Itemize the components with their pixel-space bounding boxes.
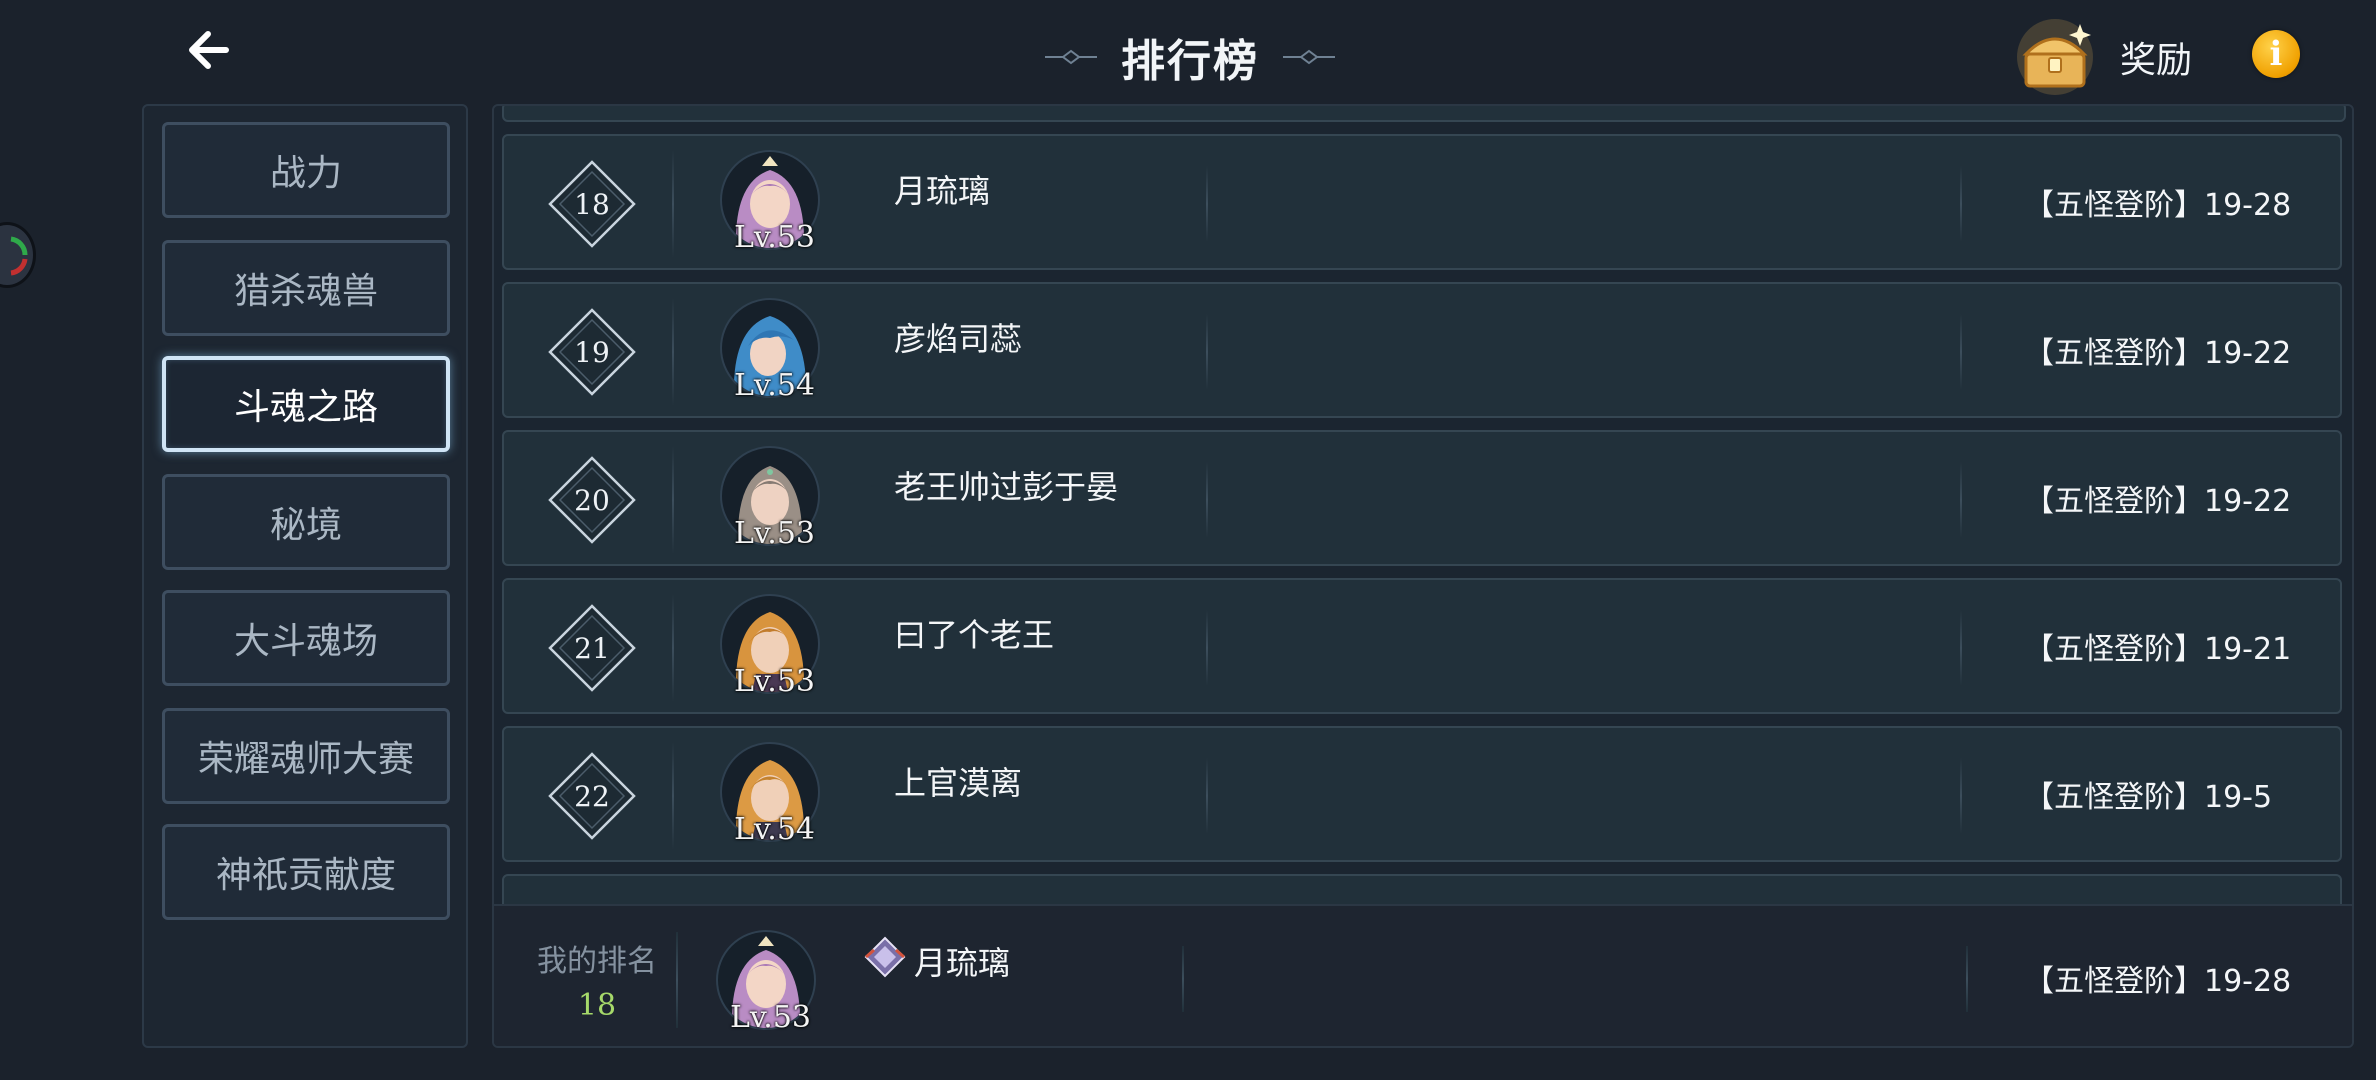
rank-number: 19 [574,335,610,369]
my-rank-bar: 我的排名 18 Lv.53 月琉璃 【五怪登阶】19-28 [494,904,2352,1046]
ranking-row[interactable]: 19 Lv.54 彦焰司蕊 【五怪登阶】19-22 [502,282,2342,418]
player-score: 【五怪登阶】19-28 [2024,964,2292,999]
player-name: 曰了个老王 [894,616,1055,654]
player-level: Lv.53 [734,664,816,699]
player-score: 【五怪登阶】19-22 [2024,484,2292,519]
ranking-row[interactable]: 21 Lv.53 曰了个老王 【五怪登阶】19-21 [502,578,2342,714]
player-score: 【五怪登阶】19-28 [2024,188,2292,223]
my-rank-number: 18 [577,988,617,1023]
player-name: 月琉璃 [914,944,1011,982]
sidebar-item-glory-contest[interactable]: 荣耀魂师大赛 [162,708,450,804]
rank-number: 20 [574,483,610,517]
rank-number: 21 [574,631,610,665]
page-title: 排行榜 [1121,36,1259,87]
divider [672,742,674,850]
category-sidebar: 战力 猎杀魂兽 斗魂之路 秘境 大斗魂场 荣耀魂师大赛 神祇贡献度 [142,104,468,1048]
divider [1960,610,1962,686]
title-ornament-left-icon [1045,49,1097,65]
floating-ball-icon [10,236,28,276]
info-button[interactable]: i [2252,30,2300,78]
ranking-row[interactable]: 20 Lv.53 老王帅过彭于晏 【五怪登阶】19-22 [502,430,2342,566]
title-ornament-right-icon [1283,49,1335,65]
treasure-chest-icon [2017,19,2093,95]
ranking-list[interactable]: 18 Lv.53 月琉璃 【五怪登阶】19-28 19 Lv.54 彦焰司蕊 【… [492,104,2354,1048]
divider [1206,166,1208,242]
player-level: Lv.53 [734,220,816,255]
sidebar-item-deity-contribution[interactable]: 神祇贡献度 [162,824,450,920]
my-rank-label: 我的排名 [537,944,657,979]
ranking-row[interactable]: 18 Lv.53 月琉璃 【五怪登阶】19-28 [502,134,2342,270]
sidebar-item-combat-power[interactable]: 战力 [162,122,450,218]
divider [1960,758,1962,834]
divider [1960,314,1962,390]
back-button[interactable] [180,16,250,86]
player-name: 月琉璃 [894,172,991,210]
player-level: Lv.53 [730,1000,812,1035]
player-name: 老王帅过彭于晏 [894,468,1119,506]
player-score: 【五怪登阶】19-21 [2024,632,2292,667]
divider [1206,314,1208,390]
title-bar: 排行榜 [1010,22,1370,92]
divider [1206,610,1208,686]
floating-menu-button[interactable] [0,222,36,288]
player-level: Lv.54 [734,812,816,847]
divider [672,298,674,406]
divider [1960,462,1962,538]
rank-number: 22 [574,779,610,813]
rank-badge-icon [864,936,906,978]
divider [672,150,674,258]
reward-button[interactable]: 奖励 [2010,12,2192,102]
sidebar-item-secret-realm[interactable]: 秘境 [162,474,450,570]
divider [672,446,674,554]
back-arrow-icon [189,31,229,69]
ranking-row[interactable]: 22 Lv.54 上官漠离 【五怪登阶】19-5 [502,726,2342,862]
divider [672,594,674,702]
player-score: 【五怪登阶】19-5 [2024,780,2273,815]
divider [1206,758,1208,834]
player-level: Lv.53 [734,516,816,551]
list-item-partial [502,106,2346,122]
sidebar-item-hunt-beasts[interactable]: 猎杀魂兽 [162,240,450,336]
player-score: 【五怪登阶】19-22 [2024,336,2292,371]
sidebar-item-soul-road[interactable]: 斗魂之路 [162,356,450,452]
player-level: Lv.54 [734,368,816,403]
sidebar-item-grand-arena[interactable]: 大斗魂场 [162,590,450,686]
divider [1182,946,1184,1012]
divider [676,932,678,1028]
player-name: 上官漠离 [894,764,1023,802]
rank-number: 18 [574,187,610,221]
reward-label: 奖励 [2120,40,2193,81]
player-name: 彦焰司蕊 [894,320,1023,358]
divider [1960,166,1962,242]
divider [1206,462,1208,538]
divider [1966,946,1968,1012]
